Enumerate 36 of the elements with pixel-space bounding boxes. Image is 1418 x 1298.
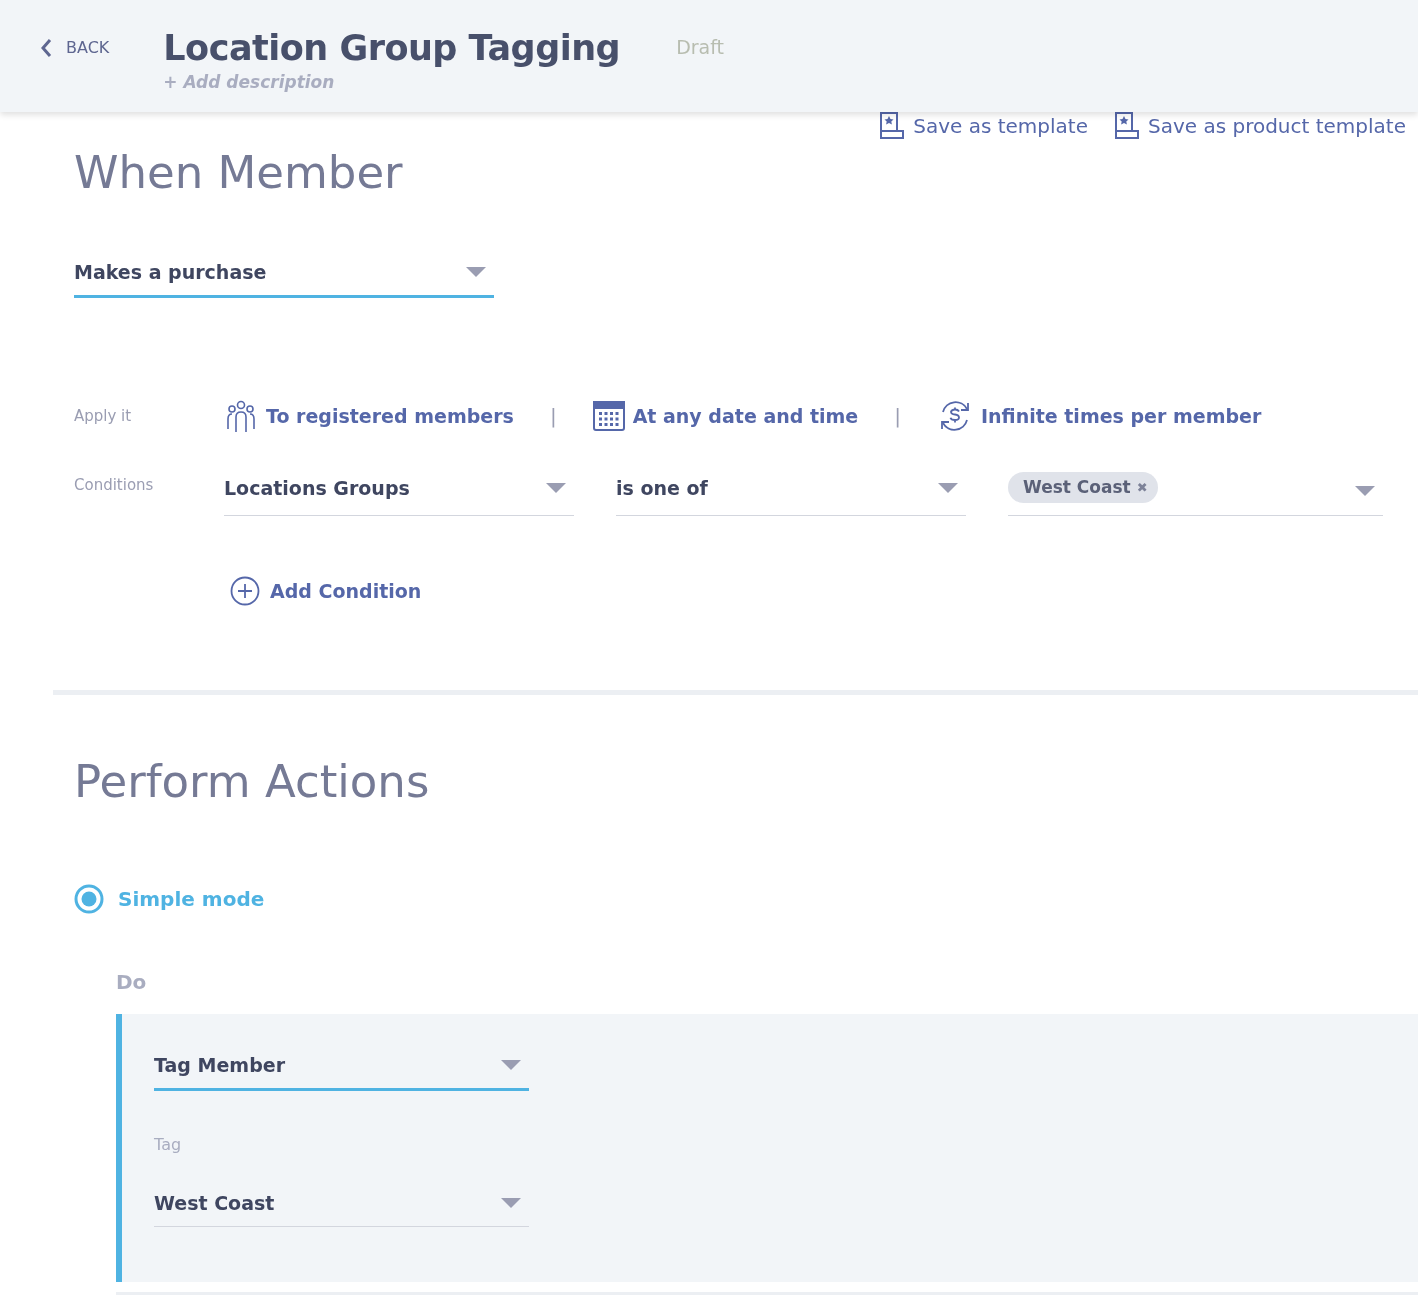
trigger-dropdown[interactable]: Makes a purchase <box>74 261 494 298</box>
caret-icon <box>1355 486 1375 496</box>
apply-option-link[interactable]: At any date and time <box>592 401 859 431</box>
value-tag: West Coast ✖ <box>1008 472 1158 503</box>
chevron-left-icon <box>40 38 52 57</box>
conditions-label: Conditions <box>74 475 155 494</box>
plus-circle-icon <box>230 576 260 606</box>
section-heading: Perform Actions <box>74 755 431 808</box>
condition-operator-dropdown[interactable]: is one of <box>616 472 966 516</box>
section-heading: When Member <box>74 146 404 199</box>
tag-label: Tag <box>154 1135 183 1154</box>
caret-icon <box>466 267 486 277</box>
caret-icon <box>501 1060 521 1070</box>
condition-field-dropdown[interactable]: Locations Groups <box>224 472 574 516</box>
add-condition-button[interactable]: Add Condition <box>230 576 422 606</box>
apply-option-link[interactable]: Infinite times per member <box>937 398 1262 434</box>
action-type-dropdown[interactable]: Tag Member <box>154 1054 529 1091</box>
save-template-link[interactable]: Save as product template <box>1111 112 1406 140</box>
calendar-icon <box>592 401 625 431</box>
page-title: Location Group Tagging <box>163 27 621 70</box>
apply-it-label: Apply it <box>74 407 133 425</box>
people-icon <box>224 399 258 433</box>
caret-icon <box>501 1198 521 1208</box>
save-template-link[interactable]: Save as template <box>877 112 1088 140</box>
remove-tag-button[interactable]: ✖ <box>1136 479 1148 495</box>
status-label: Draft <box>676 36 725 58</box>
template-icon <box>877 112 906 140</box>
apply-option-link[interactable]: To registered members <box>224 399 514 433</box>
back-button[interactable]: BACK <box>40 38 110 57</box>
separator: | <box>894 404 901 428</box>
do-label: Do <box>116 970 148 994</box>
caret-icon <box>546 482 566 493</box>
caret-icon <box>938 482 958 493</box>
condition-value-dropdown[interactable]: West Coast ✖ <box>1008 472 1383 516</box>
tag-dropdown[interactable]: West Coast <box>154 1192 529 1227</box>
separator: | <box>549 404 557 428</box>
